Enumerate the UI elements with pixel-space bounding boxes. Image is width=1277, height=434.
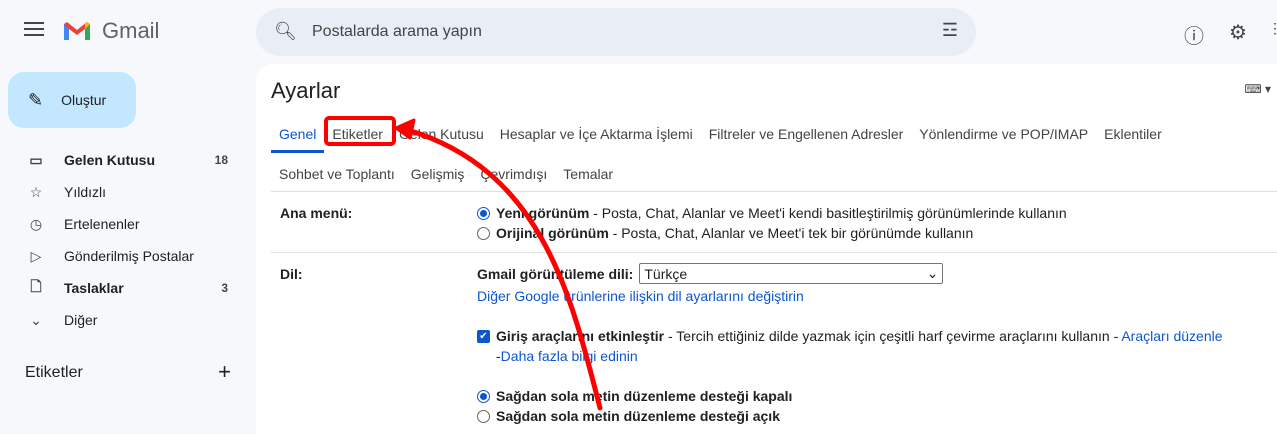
tab-general[interactable]: Genel	[271, 126, 325, 153]
main-menu-label: Ana menü:	[280, 205, 353, 221]
search-options-icon[interactable]: ☲	[942, 20, 958, 41]
tab-addons[interactable]: Eklentiler	[1096, 126, 1170, 142]
app-name: Gmail	[102, 18, 160, 43]
help-icon[interactable]: ⓘ	[1184, 20, 1204, 49]
send-icon: ▷	[30, 247, 42, 264]
radio-unselected[interactable]	[477, 226, 490, 240]
tab-inbox[interactable]: Gelen Kutusu	[391, 126, 492, 142]
rtl-off-option[interactable]: Sağdan sola metin düzenleme desteği kapa…	[477, 388, 792, 404]
tab-chat[interactable]: Sohbet ve Toplantı	[271, 166, 403, 182]
other-language-link[interactable]: Diğer Google ürünlerine ilişkin dil ayar…	[477, 288, 804, 304]
gmail-m-icon	[64, 22, 90, 40]
edit-tools-link[interactable]: Araçları düzenle	[1121, 328, 1222, 344]
search-input[interactable]: Postalarda arama yapın	[312, 23, 482, 41]
sidebar-item-inbox[interactable]: ▭ Gelen Kutusu 18	[0, 144, 248, 176]
add-label-icon[interactable]: +	[218, 361, 231, 383]
divider	[271, 252, 1277, 253]
inbox-icon: ▭	[29, 151, 43, 168]
display-language-row: Gmail görüntüleme dili: Türkçe ⌄	[477, 263, 944, 284]
gmail-logo[interactable]: Gmail	[62, 18, 159, 44]
tab-themes[interactable]: Temalar	[555, 166, 621, 182]
chevron-down-icon: ⌄	[926, 265, 939, 281]
sidebar: ▭ Gelen Kutusu 18 ☆ Yıldızlı ◷ Ertelenenler …	[0, 144, 248, 336]
draft-icon: 🗋	[30, 278, 42, 294]
radio-unselected[interactable]	[477, 409, 490, 423]
pencil-icon: ✎	[28, 89, 44, 110]
search-bar[interactable]: 🔍︎ Postalarda arama yapın ☲	[256, 8, 976, 56]
sidebar-item-drafts[interactable]: 🗋 Taslaklar 3	[0, 272, 248, 304]
sidebar-item-sent[interactable]: ▷ Gönderilmiş Postalar	[0, 240, 248, 272]
sidebar-item-more[interactable]: ⌄ Diğer	[0, 304, 248, 336]
language-label: Dil:	[280, 266, 303, 282]
radio-selected[interactable]	[477, 206, 490, 220]
chevron-down-icon: ⌄	[30, 311, 42, 328]
radio-selected[interactable]	[477, 389, 490, 403]
input-tools-option[interactable]: ✔ Giriş araçlarını etkinleştir - Tercih e…	[477, 328, 1223, 344]
language-select[interactable]: Türkçe ⌄	[639, 263, 944, 284]
labels-section: Etiketler +	[25, 359, 231, 384]
tab-advanced[interactable]: Gelişmiş	[403, 166, 473, 182]
tab-offline[interactable]: Çevrimdışı	[472, 166, 555, 182]
page-title: Ayarlar	[271, 78, 341, 103]
clock-icon: ◷	[29, 215, 43, 232]
keyboard-icon[interactable]: ⌨ ▾	[1244, 82, 1271, 96]
divider	[271, 191, 1277, 192]
checkbox-checked[interactable]: ✔	[477, 329, 490, 343]
tab-forwarding[interactable]: Yönlendirme ve POP/IMAP	[911, 126, 1096, 142]
new-view-option[interactable]: Yeni görünüm - Posta, Chat, Alanlar ve M…	[477, 205, 1067, 221]
star-icon: ☆	[29, 183, 43, 200]
header: Gmail 🔍︎ Postalarda arama yapın ☲ ⓘ ⚙ ⋮	[0, 0, 1277, 64]
learn-more-link[interactable]: Daha fazla bilgi edinin	[501, 348, 638, 364]
sidebar-item-starred[interactable]: ☆ Yıldızlı	[0, 176, 248, 208]
apps-icon[interactable]: ⋮	[1268, 20, 1277, 37]
original-view-option[interactable]: Orijinal görünüm - Posta, Chat, Alanlar …	[477, 225, 973, 241]
settings-tabs: Genel Etiketler Gelen Kutusu Hesaplar ve…	[271, 116, 1170, 192]
highlight-box	[324, 116, 396, 146]
sidebar-item-snoozed[interactable]: ◷ Ertelenenler	[0, 208, 248, 240]
settings-panel: Ayarlar ⌨ ▾ Genel Etiketler Gelen Kutusu…	[256, 64, 1277, 434]
main-menu-icon[interactable]	[24, 22, 44, 40]
search-icon[interactable]: 🔍︎	[274, 21, 297, 42]
tab-filters[interactable]: Filtreler ve Engellenen Adresler	[701, 126, 912, 142]
rtl-on-option[interactable]: Sağdan sola metin düzenleme desteği açık	[477, 408, 780, 424]
tab-accounts[interactable]: Hesaplar ve İçe Aktarma İşlemi	[492, 126, 701, 142]
compose-button[interactable]: ✎ Oluştur	[8, 72, 136, 128]
gear-icon[interactable]: ⚙	[1229, 20, 1247, 45]
